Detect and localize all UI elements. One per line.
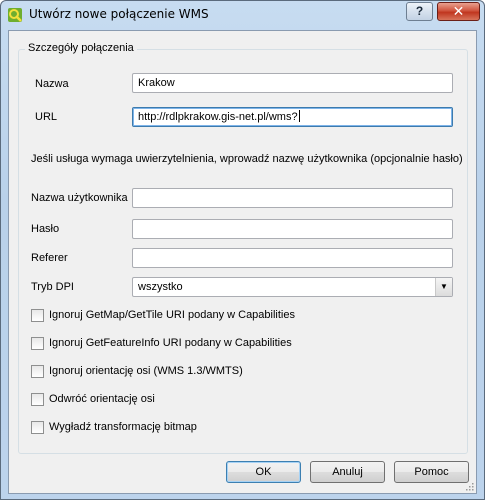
checkbox-box[interactable] xyxy=(31,309,44,322)
url-label: URL xyxy=(35,111,58,123)
url-input[interactable]: http://rdlpkrakow.gis-net.pl/wms? xyxy=(132,107,453,127)
dpi-mode-label: Tryb DPI xyxy=(31,281,74,293)
title-help-button[interactable]: ? xyxy=(406,2,433,21)
dpi-mode-value: wszystko xyxy=(138,281,183,293)
ok-button[interactable]: OK xyxy=(226,461,301,483)
checkbox-label: Odwróć orientację osi xyxy=(49,393,155,405)
checkbox-box[interactable] xyxy=(31,365,44,378)
dropdown-arrow-icon[interactable]: ▼ xyxy=(435,278,452,296)
title-bar[interactable]: Utwórz nowe połączenie WMS ? ✕ xyxy=(1,1,484,29)
username-input[interactable] xyxy=(132,188,453,208)
checkbox-label: Ignoruj GetMap/GetTile URI podany w Capa… xyxy=(49,309,295,321)
checkbox-box[interactable] xyxy=(31,421,44,434)
close-button[interactable]: ✕ xyxy=(437,2,480,21)
dialog-body: Szczegóły połączenia Nazwa Krakow URL ht… xyxy=(8,30,477,494)
dialog-window: Utwórz nowe połączenie WMS ? ✕ Szczegóły… xyxy=(0,0,485,500)
cancel-button[interactable]: Anuluj xyxy=(310,461,385,483)
name-label: Nazwa xyxy=(35,78,69,90)
referer-label: Referer xyxy=(31,252,68,264)
window-title: Utwórz nowe połączenie WMS xyxy=(29,7,209,21)
checkbox-label: Wygładź transformację bitmap xyxy=(49,421,197,433)
help-button[interactable]: Pomoc xyxy=(394,461,469,483)
url-value: http://rdlpkrakow.gis-net.pl/wms? xyxy=(138,111,298,123)
password-label: Hasło xyxy=(31,223,60,235)
name-input[interactable]: Krakow xyxy=(132,73,453,93)
username-label: Nazwa użytkownika xyxy=(31,192,128,204)
referer-input[interactable] xyxy=(132,248,453,268)
checkbox-box[interactable] xyxy=(31,393,44,406)
text-caret xyxy=(298,110,300,122)
dpi-mode-select[interactable]: wszystko ▼ xyxy=(132,277,453,297)
checkbox-label: Ignoruj orientację osi (WMS 1.3/WMTS) xyxy=(49,365,243,377)
checkbox-label: Ignoruj GetFeatureInfo URI podany w Capa… xyxy=(49,337,292,349)
checkbox-box[interactable] xyxy=(31,337,44,350)
qgis-logo-icon xyxy=(8,8,22,22)
password-input[interactable] xyxy=(132,219,453,239)
resize-grip-icon[interactable] xyxy=(464,481,474,491)
auth-note: Jeśli usługa wymaga uwierzytelnienia, wp… xyxy=(31,153,463,165)
group-title: Szczegóły połączenia xyxy=(25,42,137,54)
